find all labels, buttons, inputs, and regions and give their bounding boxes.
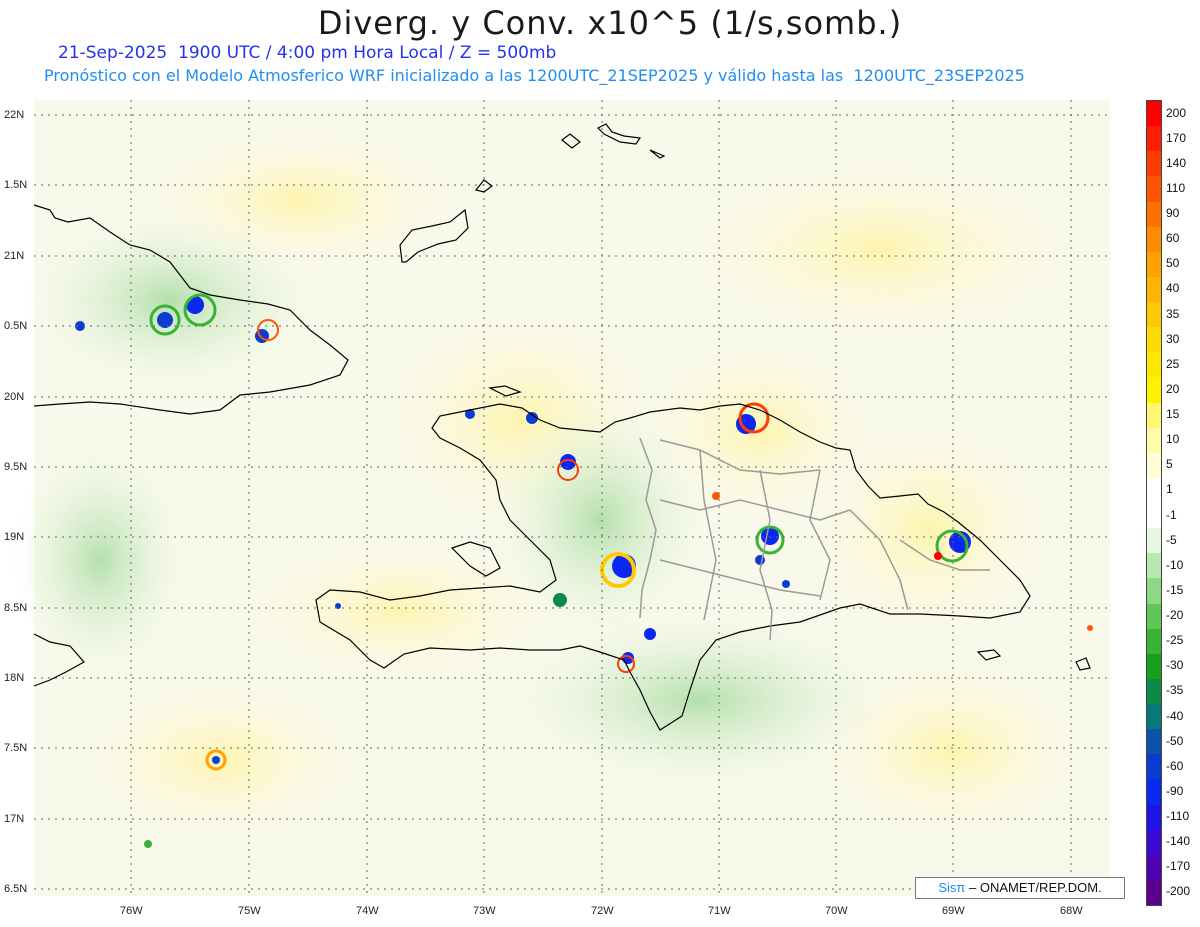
color-bar-label: 200 — [1166, 105, 1187, 120]
color-bar-swatch — [1147, 151, 1161, 177]
lat-label: 0.5N — [4, 320, 28, 332]
color-bar-label: -35 — [1166, 683, 1184, 698]
lon-label: 76W — [120, 905, 143, 917]
lat-label: 21N — [4, 250, 25, 262]
color-bar-swatch — [1147, 779, 1161, 805]
color-bar-label: -50 — [1166, 733, 1184, 748]
color-bar-label: 170 — [1166, 130, 1187, 145]
lat-label: 7.5N — [4, 742, 28, 754]
lon-label: 75W — [238, 905, 261, 917]
color-bar-label: 50 — [1166, 256, 1180, 271]
color-bar-label: -25 — [1166, 633, 1184, 648]
credit-org: – ONAMET/REP.DOM. — [968, 880, 1102, 895]
credit-box: Sisπ – ONAMET/REP.DOM. — [915, 877, 1125, 899]
color-bar-swatch — [1147, 276, 1161, 302]
color-bar-label: -170 — [1166, 859, 1191, 874]
lon-label: 68W — [1060, 905, 1083, 917]
color-bar-label: 10 — [1166, 432, 1180, 447]
lat-label: 9.5N — [4, 461, 28, 473]
color-bar-swatch — [1147, 653, 1161, 679]
lon-label: 72W — [591, 905, 614, 917]
color-bar-label: 140 — [1166, 155, 1187, 170]
color-bar-label: 5 — [1166, 457, 1173, 472]
color-bar-label: -40 — [1166, 708, 1184, 723]
lon-label: 74W — [356, 905, 379, 917]
lat-label: 8.5N — [4, 602, 28, 614]
lat-label: 6.5N — [4, 883, 28, 895]
color-bar-label: -1 — [1166, 507, 1177, 522]
color-bar-swatch — [1147, 704, 1161, 730]
color-bar-label: 110 — [1166, 180, 1186, 195]
color-bar-swatch — [1147, 678, 1161, 704]
color-bar-label: -110 — [1166, 809, 1190, 824]
color-bar-swatch — [1147, 729, 1161, 755]
color-bar-label: -15 — [1166, 582, 1184, 597]
color-bar-swatch — [1147, 101, 1161, 127]
color-bar-label: -140 — [1166, 834, 1191, 849]
forecast-map — [10, 100, 1110, 896]
color-bar-label: 15 — [1166, 407, 1180, 422]
color-bar-swatch — [1147, 352, 1161, 378]
color-bar-swatch — [1147, 829, 1161, 855]
color-bar-label: 35 — [1166, 306, 1180, 321]
color-bar-swatch — [1147, 528, 1161, 554]
color-bar-swatch — [1147, 302, 1161, 328]
color-bar-swatch — [1147, 854, 1161, 880]
color-bar-swatch — [1147, 327, 1161, 353]
color-bar-swatch — [1147, 578, 1161, 604]
color-bar-swatch — [1147, 628, 1161, 654]
color-bar-swatch — [1147, 176, 1161, 202]
color-bar-label: 20 — [1166, 381, 1180, 396]
lat-label: 22N — [4, 109, 25, 121]
lat-label: 20N — [4, 391, 25, 403]
color-bar-swatch — [1147, 603, 1161, 629]
color-bar-swatch — [1147, 754, 1161, 780]
lat-label: 17N — [4, 813, 25, 825]
color-bar-label: -10 — [1166, 557, 1184, 572]
color-bar-swatch — [1147, 804, 1161, 830]
color-bar-swatch — [1147, 427, 1161, 453]
color-bar-label: -20 — [1166, 608, 1184, 623]
color-bar-swatch — [1147, 452, 1161, 478]
color-bar-label: 60 — [1166, 231, 1180, 246]
lon-label: 70W — [825, 905, 848, 917]
color-bar-swatch — [1147, 377, 1161, 403]
color-bar-label: 1 — [1166, 482, 1173, 497]
color-bar-label: -200 — [1166, 884, 1191, 899]
color-bar-swatch — [1147, 126, 1161, 152]
color-bar-label: -5 — [1166, 532, 1177, 547]
color-bar-swatch — [1147, 402, 1161, 428]
lon-label: 69W — [942, 905, 965, 917]
color-bar-swatch — [1147, 226, 1161, 252]
color-bar-label: -60 — [1166, 758, 1184, 773]
credit-logo: Sisπ — [938, 880, 966, 895]
color-bar-swatch — [1147, 503, 1161, 529]
color-bar-swatch — [1147, 251, 1161, 277]
color-bar-label: 90 — [1166, 206, 1180, 221]
color-bar — [1146, 100, 1162, 906]
color-bar-swatch — [1147, 879, 1161, 905]
lat-label: 18N — [4, 672, 25, 684]
color-bar-swatch — [1147, 477, 1161, 503]
color-bar-swatch — [1147, 201, 1161, 227]
color-bar-label: -30 — [1166, 658, 1184, 673]
color-bar-label: 40 — [1166, 281, 1180, 296]
lon-label: 71W — [708, 905, 731, 917]
lat-label: 19N — [4, 531, 25, 543]
color-bar-label: 30 — [1166, 331, 1180, 346]
color-bar-swatch — [1147, 553, 1161, 579]
lat-label: 1.5N — [4, 179, 28, 191]
color-bar-label: 25 — [1166, 356, 1180, 371]
lon-label: 73W — [473, 905, 496, 917]
color-bar-label: -90 — [1166, 783, 1184, 798]
